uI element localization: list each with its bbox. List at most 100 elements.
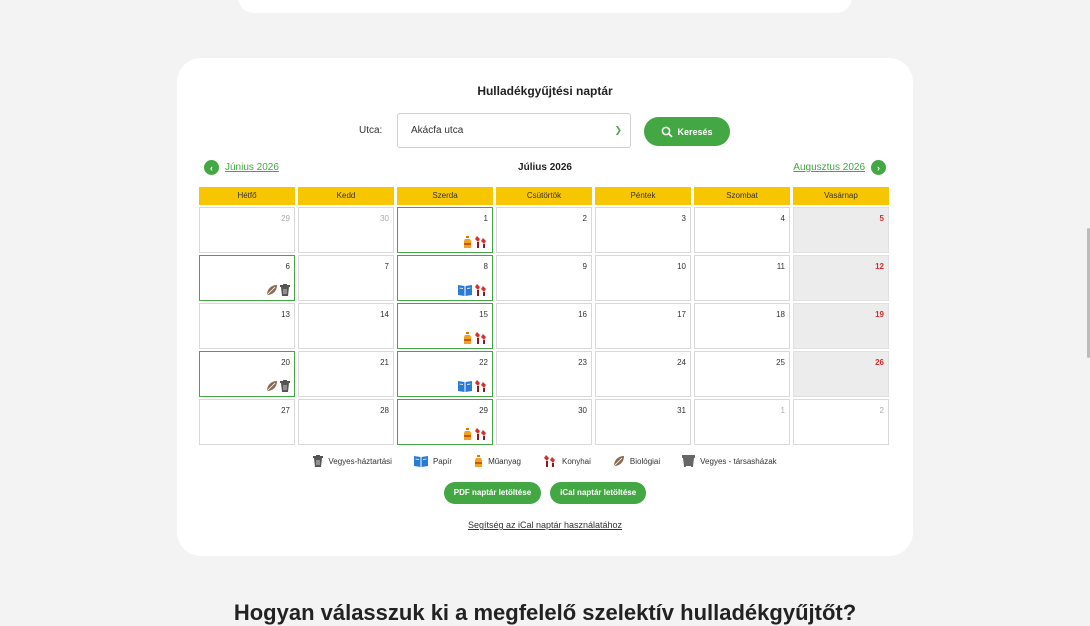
legend-item-plastic: Műanyag xyxy=(474,455,521,467)
ical-help-link[interactable]: Segítség az iCal naptár használatához xyxy=(177,520,913,530)
day-number: 29 xyxy=(281,214,290,223)
legend-label: Műanyag xyxy=(488,456,521,466)
calendar-day[interactable]: 18 xyxy=(694,303,790,349)
paper-book-icon xyxy=(413,455,428,467)
calendar-day[interactable]: 29 xyxy=(199,207,295,253)
collection-icons xyxy=(266,284,290,296)
collection-icons xyxy=(458,284,488,296)
legend-label: Konyhai xyxy=(561,456,591,466)
calendar-day[interactable]: 13 xyxy=(199,303,295,349)
weekday-friday: Péntek xyxy=(595,187,691,205)
calendar-day[interactable]: 22 xyxy=(397,351,493,397)
calendar-day[interactable]: 10 xyxy=(595,255,691,301)
calendar-day[interactable]: 19 xyxy=(793,303,889,349)
day-number: 20 xyxy=(281,358,290,367)
day-number: 12 xyxy=(875,262,884,271)
calendar-day[interactable]: 1 xyxy=(397,207,493,253)
day-number: 25 xyxy=(776,358,785,367)
calendar-day[interactable]: 21 xyxy=(298,351,394,397)
calendar-day[interactable]: 4 xyxy=(694,207,790,253)
legend-item-bio: Biológiai xyxy=(613,455,660,467)
day-number: 21 xyxy=(380,358,389,367)
calendar-day[interactable]: 27 xyxy=(199,399,295,445)
leaf-icon xyxy=(613,455,625,467)
kitchen-waste-icon xyxy=(474,332,488,344)
calendar-day[interactable]: 12 xyxy=(793,255,889,301)
calendar-day[interactable]: 15 xyxy=(397,303,493,349)
calendar-day[interactable]: 6 xyxy=(199,255,295,301)
section-heading: Hogyan válasszuk ki a megfelelő szelektí… xyxy=(233,600,857,625)
day-number: 8 xyxy=(483,262,488,271)
calendar-day[interactable]: 3 xyxy=(595,207,691,253)
search-icon xyxy=(661,126,674,138)
calendar-week: 6 7 8 9 10 11 12 xyxy=(199,255,891,301)
download-buttons: PDF naptár letöltése iCal naptár letölté… xyxy=(177,482,913,504)
day-number: 19 xyxy=(875,310,884,319)
collection-icons xyxy=(458,380,488,392)
paper-book-icon xyxy=(458,380,472,392)
calendar-day[interactable]: 17 xyxy=(595,303,691,349)
day-number: 18 xyxy=(776,310,785,319)
calendar-day[interactable]: 31 xyxy=(595,399,691,445)
day-number: 1 xyxy=(780,406,785,415)
calendar-day[interactable]: 23 xyxy=(496,351,592,397)
calendar-day[interactable]: 5 xyxy=(793,207,889,253)
weekday-header: Hétfő Kedd Szerda Csütörtök Péntek Szomb… xyxy=(199,187,891,205)
calendar-day[interactable]: 25 xyxy=(694,351,790,397)
legend-item-kitchen: Konyhai xyxy=(543,455,591,467)
plastic-bottle-icon xyxy=(463,428,472,440)
day-number: 24 xyxy=(677,358,686,367)
collection-icons xyxy=(463,236,488,248)
day-number: 2 xyxy=(879,406,884,415)
calendar-day[interactable]: 2 xyxy=(793,399,889,445)
kitchen-waste-icon xyxy=(474,284,488,296)
day-number: 28 xyxy=(380,406,389,415)
plastic-bottle-icon xyxy=(463,236,472,248)
day-number: 29 xyxy=(479,406,488,415)
plastic-bottle-icon xyxy=(463,332,472,344)
day-number: 16 xyxy=(578,310,587,319)
kitchen-waste-icon xyxy=(543,455,557,467)
calendar-day[interactable]: 20 xyxy=(199,351,295,397)
pdf-download-button[interactable]: PDF naptár letöltése xyxy=(443,482,542,504)
calendar-day[interactable]: 26 xyxy=(793,351,889,397)
day-number: 23 xyxy=(578,358,587,367)
day-number: 4 xyxy=(780,214,785,223)
next-month-link[interactable]: Augusztus 2026 › xyxy=(793,160,886,175)
chevron-right-icon: › xyxy=(871,160,886,175)
next-month-label: Augusztus 2026 xyxy=(793,162,865,173)
calendar-day[interactable]: 7 xyxy=(298,255,394,301)
street-select[interactable]: Akácfa utca ❯ xyxy=(397,113,631,148)
calendar-day[interactable]: 24 xyxy=(595,351,691,397)
legend-label: Vegyes-háztartási xyxy=(328,456,392,466)
calendar-day[interactable]: 14 xyxy=(298,303,394,349)
weekday-tuesday: Kedd xyxy=(298,187,394,205)
leaf-icon xyxy=(266,380,278,392)
weekday-wednesday: Szerda xyxy=(397,187,493,205)
calendar-day[interactable]: 1 xyxy=(694,399,790,445)
calendar-day[interactable]: 9 xyxy=(496,255,592,301)
calendar-day[interactable]: 28 xyxy=(298,399,394,445)
calendar-day[interactable]: 30 xyxy=(496,399,592,445)
calendar-grid: Hétfő Kedd Szerda Csütörtök Péntek Szomb… xyxy=(199,187,891,445)
kitchen-waste-icon xyxy=(474,380,488,392)
day-number: 2 xyxy=(582,214,587,223)
calendar-title: Hulladékgyűjtési naptár xyxy=(477,84,613,98)
day-number: 6 xyxy=(285,262,290,271)
calendar-day[interactable]: 2 xyxy=(496,207,592,253)
day-number: 30 xyxy=(380,214,389,223)
calendar-day[interactable]: 8 xyxy=(397,255,493,301)
search-button[interactable]: Keresés xyxy=(644,117,730,146)
calendar-day[interactable]: 30 xyxy=(298,207,394,253)
search-button-label: Keresés xyxy=(677,126,713,137)
day-number: 15 xyxy=(479,310,488,319)
container-bin-icon xyxy=(682,455,696,467)
calendar-day[interactable]: 11 xyxy=(694,255,790,301)
calendar-day[interactable]: 29 xyxy=(397,399,493,445)
day-number: 13 xyxy=(281,310,290,319)
calendar-day[interactable]: 16 xyxy=(496,303,592,349)
day-number: 9 xyxy=(582,262,587,271)
ical-download-button[interactable]: iCal naptár letöltése xyxy=(550,482,647,504)
collection-icons xyxy=(266,380,290,392)
legend: Vegyes-háztartási Papír Műanyag Konyhai … xyxy=(177,455,913,467)
